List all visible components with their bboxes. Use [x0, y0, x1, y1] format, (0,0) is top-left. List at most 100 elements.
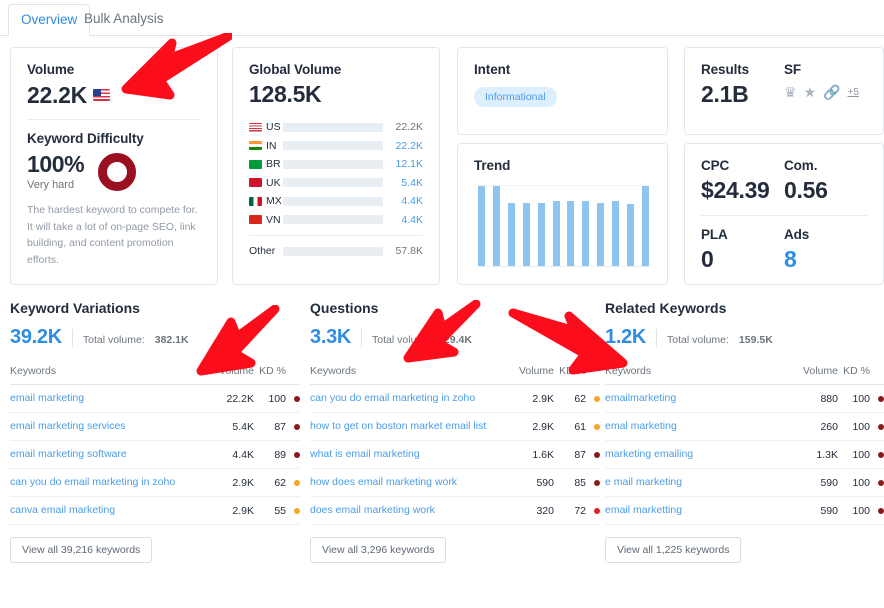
column-header-kd: KD % [254, 365, 300, 377]
keyword-link[interactable]: does email marketing work [310, 503, 502, 517]
keyword-kd: 87 [554, 449, 600, 461]
table-row: emal marketing260100 [605, 413, 884, 441]
column-header-kd: KD % [838, 365, 884, 377]
keyword-variations-total-volume-label: Total volume: [83, 334, 145, 346]
keyword-variations-section: Keyword Variations 39.2K Total volume: 3… [10, 300, 300, 563]
country-volume-value[interactable]: 12.1K [383, 158, 423, 170]
questions-count[interactable]: 3.3K [310, 326, 351, 349]
tab-bulk-analysis[interactable]: Bulk Analysis [72, 4, 176, 36]
keyword-link[interactable]: emal marketing [605, 419, 786, 433]
country-code: US [249, 121, 283, 133]
pla-value: 0 [701, 247, 784, 271]
kd-status-dot [294, 396, 300, 402]
intent-card: Intent Informational [457, 47, 668, 135]
keyword-volume: 590 [502, 477, 554, 489]
global-volume-other-row: Other57.8K [249, 242, 423, 261]
keyword-volume: 320 [502, 505, 554, 517]
com-label: Com. [784, 158, 867, 173]
country-volume-value[interactable]: 4.4K [383, 214, 423, 226]
global-volume-row: US 22.2K [249, 118, 423, 137]
results-value: 2.1B [701, 82, 784, 106]
keyword-volume: 260 [786, 421, 838, 433]
country-volume-bar [283, 141, 383, 150]
country-code: IN [249, 140, 283, 152]
trend-bar-chart [478, 185, 649, 267]
table-row: does email marketing work32072 [310, 497, 600, 525]
keyword-difficulty-label: Keyword Difficulty [27, 131, 201, 146]
star-icon: ★ [804, 84, 817, 101]
related-keywords-total-volume-label: Total volume: [667, 334, 729, 346]
flag-mx-icon [249, 197, 262, 206]
keyword-link[interactable]: emailmarketing [605, 391, 786, 405]
keyword-link[interactable]: can you do email marketing in zoho [310, 391, 502, 405]
link-icon: 🔗 [823, 84, 840, 101]
view-all-questions-button[interactable]: View all 3,296 keywords [310, 537, 446, 563]
global-volume-value: 128.5K [249, 82, 423, 106]
keyword-link[interactable]: email marketting [605, 503, 786, 517]
sf-more-link[interactable]: +5 [848, 87, 859, 98]
keyword-link[interactable]: email marketing [10, 391, 202, 405]
country-volume-bar [283, 160, 383, 169]
kd-status-dot [878, 396, 884, 402]
keyword-link[interactable]: email marketing software [10, 447, 202, 461]
table-row: can you do email marketing in zoho2.9K62 [10, 469, 300, 497]
column-header-keywords: Keywords [310, 365, 502, 377]
flag-br-icon [249, 160, 262, 169]
keyword-link[interactable]: email marketing services [10, 419, 202, 433]
table-row: how to get on boston market email list2.… [310, 413, 600, 441]
country-code: MX [249, 195, 283, 207]
table-row: email marketing software4.4K89 [10, 441, 300, 469]
global-volume-row: VN 4.4K [249, 211, 423, 230]
country-volume-bar [283, 123, 383, 132]
country-volume-bar [283, 197, 383, 206]
view-all-variations-button[interactable]: View all 39,216 keywords [10, 537, 152, 563]
keyword-link[interactable]: can you do email marketing in zoho [10, 475, 202, 489]
keyword-overview-page: Overview Bulk Analysis Volume 22.2K Keyw… [0, 0, 884, 608]
sf-icon-group: ♛ ★ 🔗 +5 [784, 84, 867, 101]
global-volume-row: IN 22.2K [249, 137, 423, 156]
keyword-kd: 87 [254, 421, 300, 433]
keyword-difficulty-value: 100% [27, 151, 84, 178]
intent-chip[interactable]: Informational [474, 87, 557, 107]
keyword-link[interactable]: e mail marketing [605, 475, 786, 489]
keyword-variations-count[interactable]: 39.2K [10, 326, 62, 349]
related-keywords-count[interactable]: 1.2K [605, 326, 646, 349]
kd-status-dot [594, 480, 600, 486]
flag-us-icon [249, 123, 262, 132]
keyword-link[interactable]: what is email marketing [310, 447, 502, 461]
keyword-volume: 2.9K [502, 421, 554, 433]
keyword-volume: 2.9K [202, 477, 254, 489]
ads-value[interactable]: 8 [784, 247, 867, 271]
sf-label: SF [784, 62, 867, 77]
results-label: Results [701, 62, 784, 77]
keyword-volume: 590 [786, 477, 838, 489]
country-code: VN [249, 214, 283, 226]
volume-label: Volume [27, 62, 201, 77]
keyword-variations-rows: email marketing22.2K100 email marketing s… [10, 385, 300, 525]
keyword-kd: 100 [838, 449, 884, 461]
keyword-link[interactable]: how to get on boston market email list [310, 419, 502, 433]
table-row: e mail marketing590100 [605, 469, 884, 497]
related-keywords-rows: emailmarketing880100emal marketing260100… [605, 385, 884, 525]
country-volume-value: 22.2K [383, 121, 423, 133]
country-volume-value[interactable]: 4.4K [383, 195, 423, 207]
country-volume-value[interactable]: 5.4K [383, 177, 423, 189]
country-code: Other [249, 245, 283, 257]
kd-status-dot [878, 480, 884, 486]
column-header-volume: Volume [502, 365, 554, 377]
trend-bar [642, 185, 649, 266]
table-row: can you do email marketing in zoho2.9K62 [310, 385, 600, 413]
keyword-link[interactable]: how does email marketing work [310, 475, 502, 489]
country-volume-value[interactable]: 22.2K [383, 140, 423, 152]
questions-total-volume: 29.4K [444, 334, 472, 346]
keyword-link[interactable]: canva email marketing [10, 503, 202, 517]
keyword-volume: 590 [786, 505, 838, 517]
view-all-related-button[interactable]: View all 1,225 keywords [605, 537, 741, 563]
keyword-link[interactable]: marketing emailing [605, 447, 786, 461]
trend-bar [612, 201, 619, 266]
table-row: email marketing22.2K100 [10, 385, 300, 413]
keyword-kd: 100 [838, 505, 884, 517]
divider [361, 329, 362, 347]
kd-status-dot [294, 508, 300, 514]
questions-title: Questions [310, 300, 600, 316]
